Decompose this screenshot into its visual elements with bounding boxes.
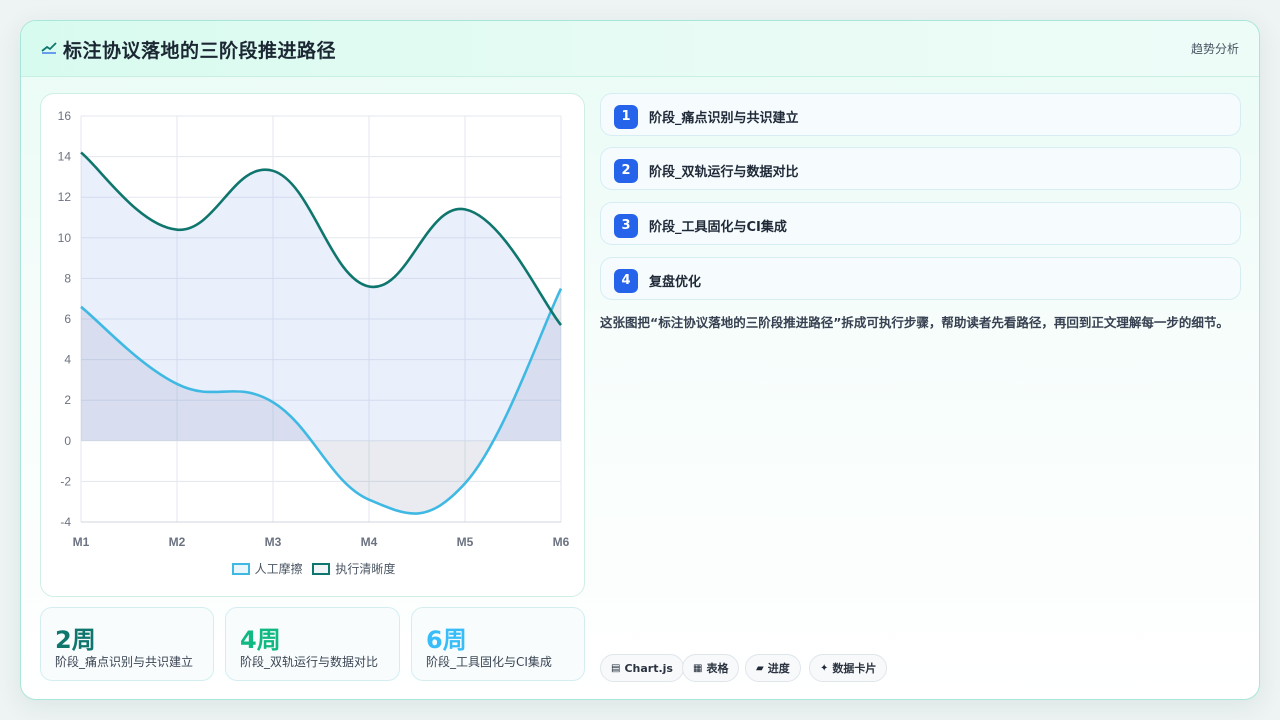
- x-tick-label: M3: [265, 535, 282, 549]
- step-label: 复盘优化: [649, 275, 702, 290]
- x-tick-label: M5: [457, 535, 474, 549]
- stat-value: 6周: [426, 626, 467, 654]
- pill-progress[interactable]: ▰ 进度: [745, 654, 801, 682]
- step-label: 阶段_工具固化与CI集成: [649, 220, 787, 235]
- step-label: 阶段_痛点识别与共识建立: [649, 111, 799, 126]
- stat-value: 2周: [55, 626, 96, 654]
- header: 标注协议落地的三阶段推进路径 趋势分析: [21, 21, 1259, 77]
- stat-card-1: 2周 阶段_痛点识别与共识建立: [40, 607, 214, 681]
- legend-swatch-clarity: [312, 562, 331, 575]
- pill-table[interactable]: ▦ 表格: [682, 654, 740, 682]
- table-icon: ▦: [693, 662, 703, 674]
- y-tick-label: 0: [64, 434, 71, 448]
- stat-label: 阶段_痛点识别与共识建立: [55, 655, 194, 669]
- legend-item-friction[interactable]: 人工摩擦: [231, 560, 303, 577]
- y-tick-label: 8: [64, 271, 71, 285]
- pill-label: Chart.js: [624, 661, 673, 675]
- step-item-1[interactable]: 1 阶段_痛点识别与共识建立: [600, 93, 1241, 136]
- stat-label: 阶段_工具固化与CI集成: [426, 655, 552, 669]
- y-tick-label: -2: [60, 474, 71, 488]
- y-tick-label: -4: [60, 515, 71, 529]
- legend-item-clarity[interactable]: 执行清晰度: [312, 560, 395, 577]
- stat-card-3: 6周 阶段_工具固化与CI集成: [411, 607, 585, 681]
- page-title: 标注协议落地的三阶段推进路径: [63, 40, 337, 62]
- y-tick-label: 6: [64, 312, 71, 326]
- pill-label: 数据卡片: [832, 662, 877, 675]
- y-tick-label: 10: [58, 231, 72, 245]
- legend-label-clarity: 执行清晰度: [335, 562, 396, 576]
- step-item-2[interactable]: 2 阶段_双轨运行与数据对比: [600, 147, 1241, 190]
- sparkle-icon: ✦: [820, 662, 829, 674]
- step-number-badge: 2: [614, 159, 638, 183]
- description-text: 这张图把“标注协议落地的三阶段推进路径”拆成可执行步骤，帮助读者先看路径，再回到…: [600, 315, 1229, 330]
- step-item-3[interactable]: 3 阶段_工具固化与CI集成: [600, 202, 1241, 245]
- pill-chartjs[interactable]: ▤ Chart.js: [600, 654, 684, 682]
- progress-icon: ▰: [756, 662, 764, 674]
- chart-icon: ▤: [611, 662, 621, 674]
- y-tick-label: 12: [58, 190, 72, 204]
- y-tick-label: 4: [64, 353, 71, 367]
- stat-label: 阶段_双轨运行与数据对比: [240, 655, 379, 669]
- chart-line-icon: [41, 42, 57, 54]
- y-tick-label: 14: [58, 150, 72, 164]
- step-label: 阶段_双轨运行与数据对比: [649, 165, 799, 180]
- legend-swatch-friction: [231, 562, 250, 575]
- stat-value: 4周: [240, 626, 281, 654]
- step-number-badge: 4: [614, 269, 638, 293]
- series-area-clarity: [81, 152, 561, 441]
- stat-card-2: 4周 阶段_双轨运行与数据对比: [225, 607, 400, 681]
- line-chart: 16 14 12 10 8 6 4 2 0 -2 -4M1 M2 M3 M4 M5 M6: [58, 109, 570, 549]
- chart-panel: 16 14 12 10 8 6 4 2 0 -2 -4 M1 M2 M3 M4 M5 M6 人工摩擦 执行清晰度: [40, 93, 585, 597]
- header-tag: 趋势分析: [1190, 42, 1239, 56]
- legend-label-friction: 人工摩擦: [254, 562, 303, 576]
- y-tick-label: 2: [64, 393, 71, 407]
- pill-data-cards[interactable]: ✦ 数据卡片: [809, 654, 888, 682]
- x-tick-label: M2: [169, 535, 186, 549]
- x-tick-label: M1: [73, 535, 90, 549]
- step-number-badge: 3: [614, 214, 638, 238]
- step-item-4[interactable]: 4 复盘优化: [600, 257, 1241, 300]
- pill-label: 表格: [706, 662, 729, 675]
- dashboard-card: 标注协议落地的三阶段推进路径 趋势分析 16 14 12 10 8 6 4 2 0 -2 -4 M1 M…: [20, 20, 1260, 700]
- x-tick-label: M4: [361, 535, 378, 549]
- y-tick-label: 16: [58, 109, 72, 123]
- x-tick-label: M6: [553, 535, 570, 549]
- step-number-badge: 1: [614, 105, 638, 129]
- pill-label: 进度: [767, 662, 790, 675]
- chart-legend: 人工摩擦 执行清晰度: [41, 560, 586, 578]
